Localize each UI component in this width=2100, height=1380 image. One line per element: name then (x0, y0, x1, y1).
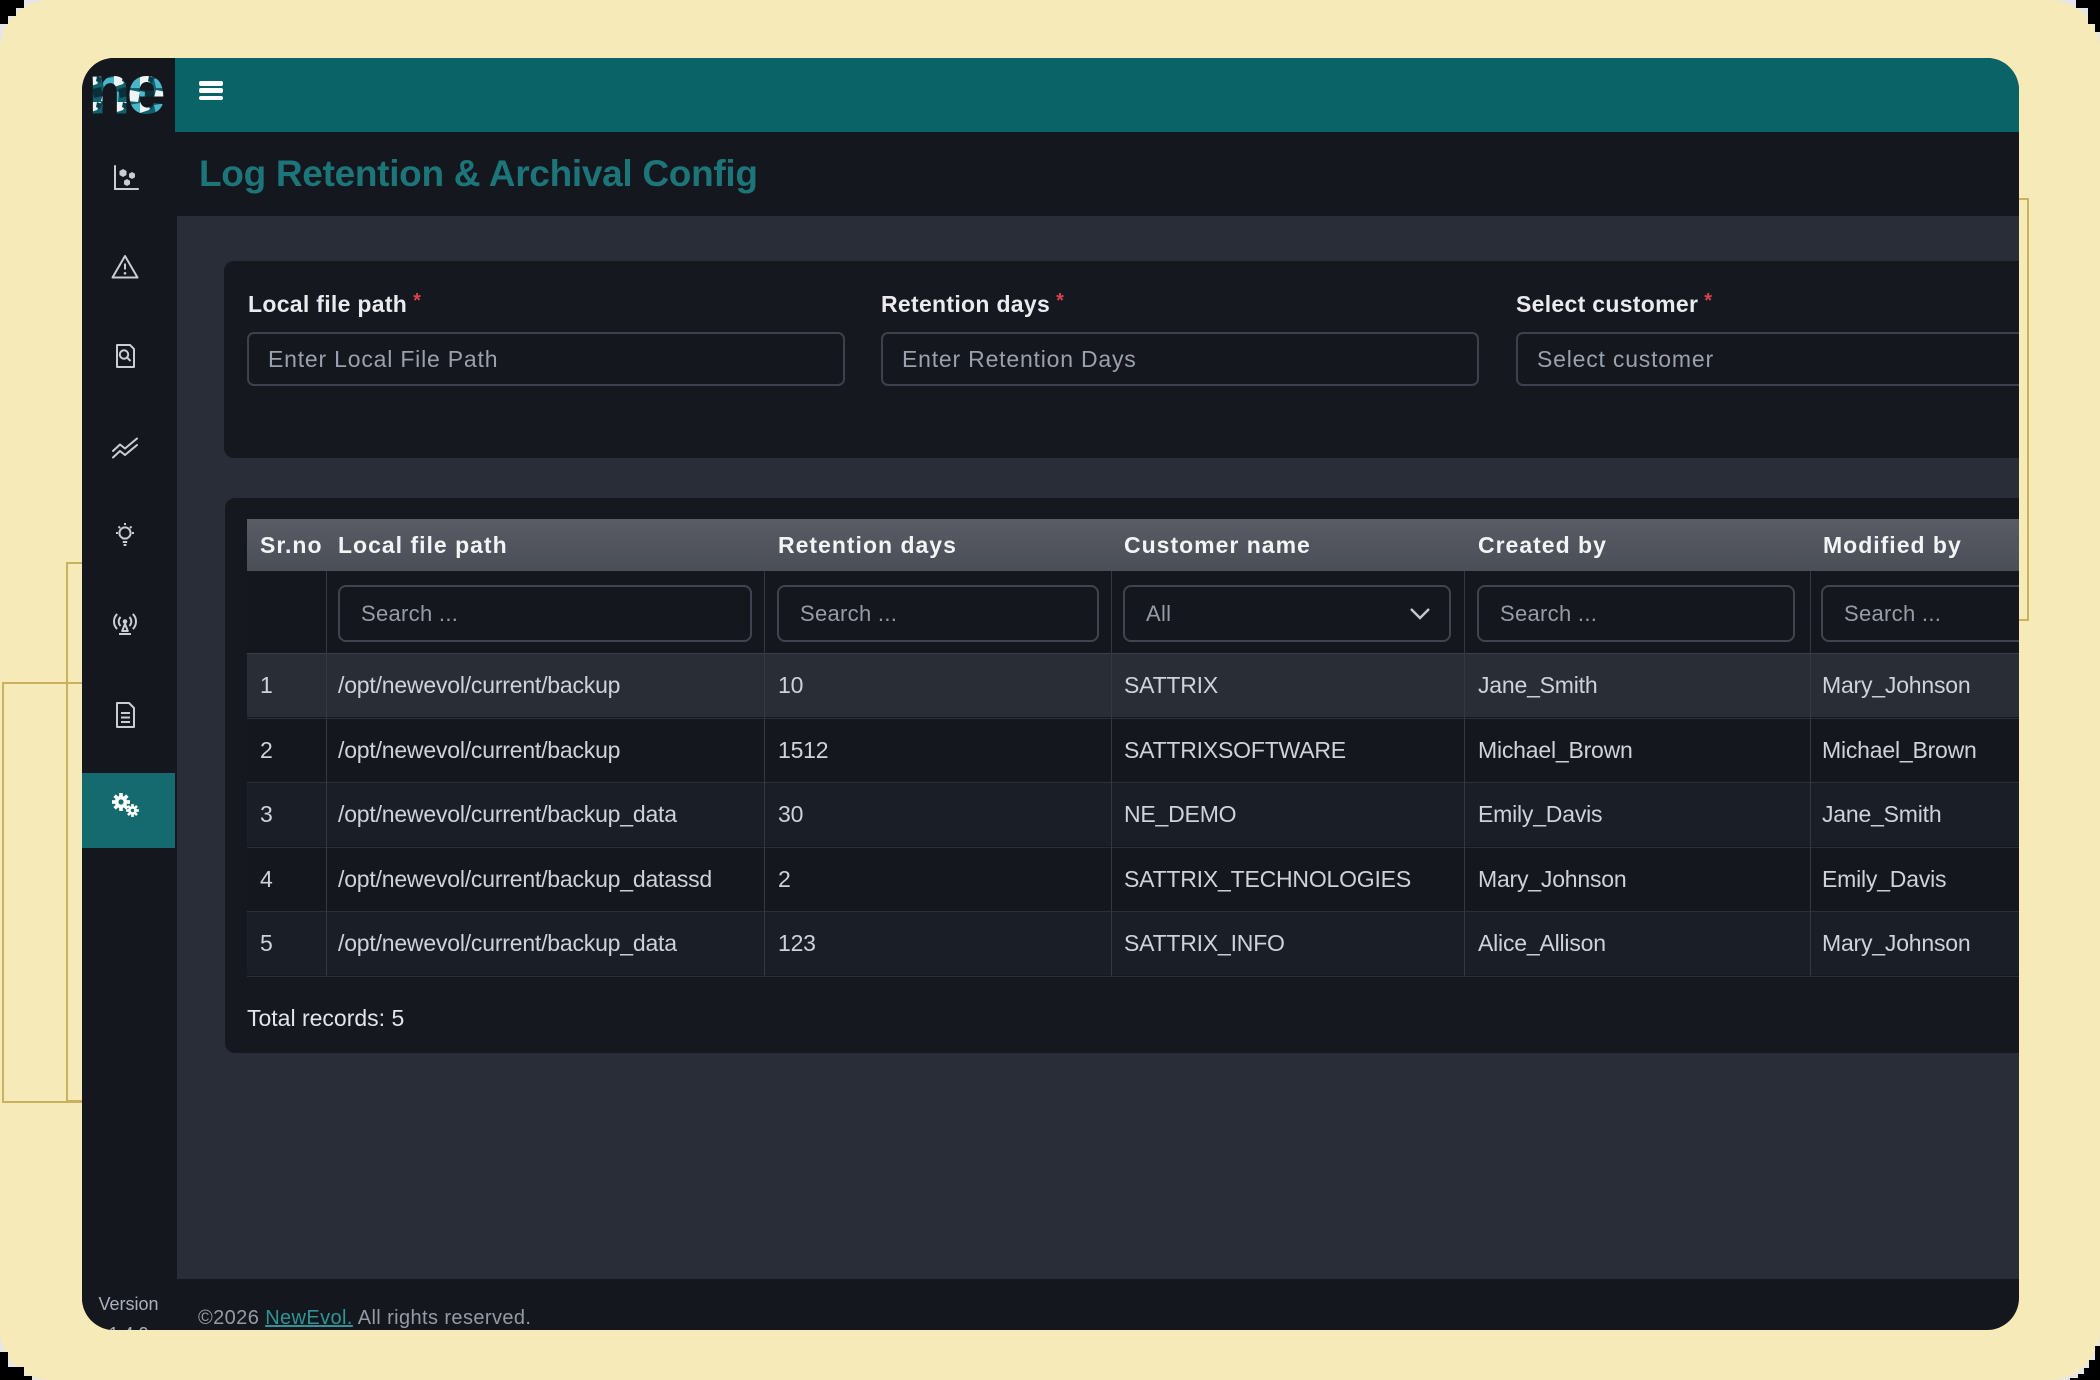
svg-text:ne: ne (88, 76, 164, 116)
